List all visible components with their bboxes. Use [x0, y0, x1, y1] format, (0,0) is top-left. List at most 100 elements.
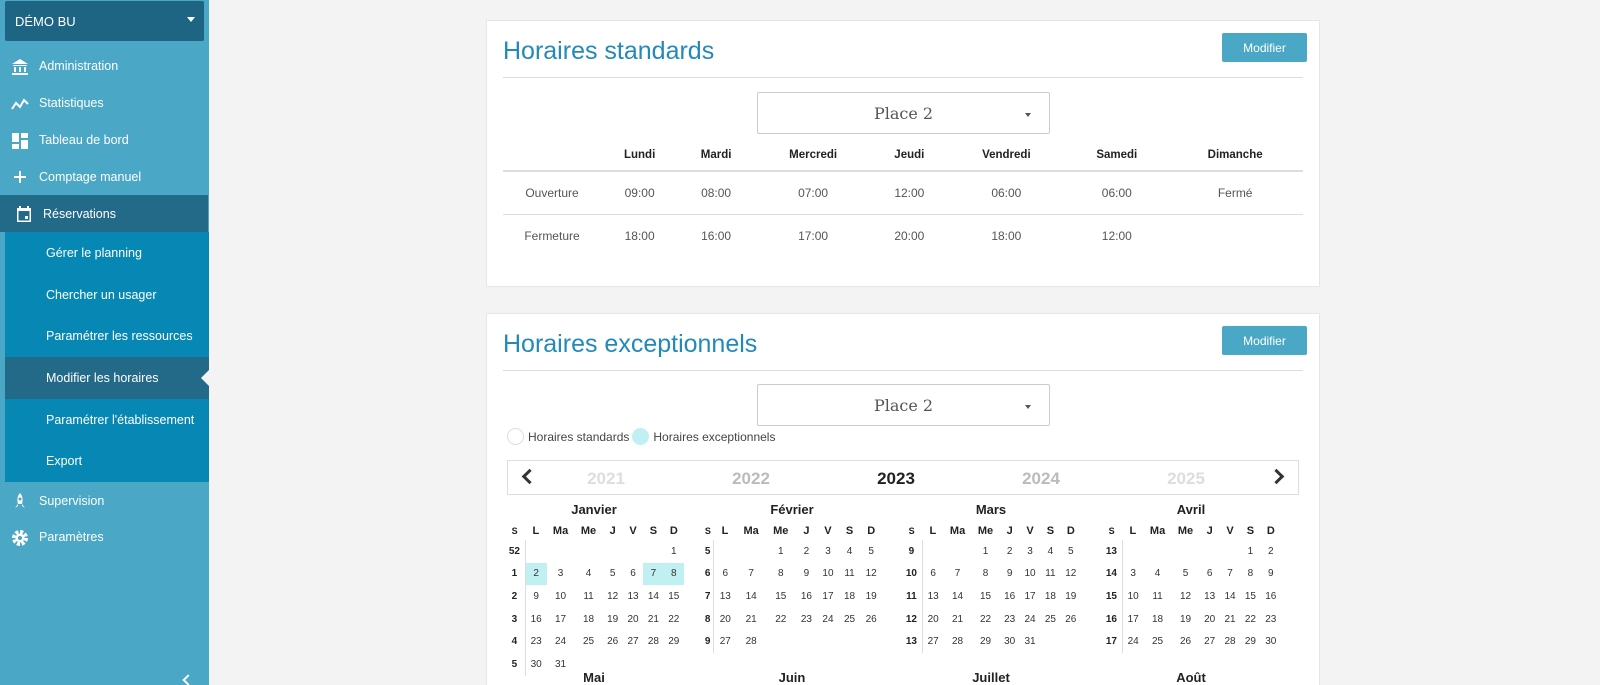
calendar-day[interactable]: 15	[972, 585, 1000, 608]
calendar-day[interactable]: 29	[1240, 630, 1260, 653]
calendar-day[interactable]: 14	[1220, 585, 1240, 608]
calendar-day[interactable]: 11	[1144, 585, 1172, 608]
calendar-day[interactable]: 17	[1122, 608, 1143, 631]
calendar-day[interactable]: 6	[623, 563, 643, 586]
calendar-day[interactable]: 5	[603, 563, 623, 586]
calendar-day[interactable]: 27	[714, 630, 737, 653]
calendar-day[interactable]: 15	[664, 585, 684, 608]
calendar-day[interactable]: 2	[1000, 540, 1020, 563]
calendar-day[interactable]: 1	[664, 540, 684, 563]
year-option-current[interactable]: 2023	[866, 469, 926, 489]
calendar-day[interactable]: 17	[1020, 585, 1040, 608]
year-option[interactable]: 2024	[1011, 469, 1071, 489]
sidebar-subitem-gerer-planning[interactable]: Gérer le planning	[5, 232, 209, 274]
collapse-sidebar-icon[interactable]	[182, 674, 194, 685]
calendar-day[interactable]: 4	[1040, 540, 1060, 563]
calendar-day[interactable]: 7	[1220, 563, 1240, 586]
calendar-day[interactable]: 4	[1144, 563, 1172, 586]
calendar-day[interactable]: 12	[1172, 585, 1200, 608]
calendar-day[interactable]: 10	[1122, 585, 1143, 608]
sidebar-item-tableau-de-bord[interactable]: Tableau de bord	[0, 122, 209, 159]
calendar-day[interactable]: 11	[839, 563, 861, 586]
calendar-day[interactable]: 9	[1000, 563, 1020, 586]
calendar-day[interactable]: 18	[575, 608, 603, 631]
calendar-day[interactable]: 16	[1261, 585, 1281, 608]
calendar-day[interactable]: 10	[817, 563, 839, 586]
calendar-day[interactable]: 6	[922, 563, 943, 586]
calendar-day[interactable]: 14	[944, 585, 972, 608]
calendar-day[interactable]: 19	[1061, 585, 1081, 608]
calendar-day[interactable]: 18	[1144, 608, 1172, 631]
calendar-day[interactable]: 13	[623, 585, 643, 608]
chevron-left-icon[interactable]	[521, 468, 538, 485]
calendar-day[interactable]: 10	[1020, 563, 1040, 586]
sidebar-item-statistiques[interactable]: Statistiques	[0, 85, 209, 122]
calendar-day[interactable]: 26	[1061, 608, 1081, 631]
calendar-day[interactable]: 19	[1172, 608, 1200, 631]
calendar-day[interactable]: 25	[839, 608, 861, 631]
calendar-day[interactable]: 8	[663, 562, 684, 586]
calendar-day[interactable]: 29	[664, 630, 684, 653]
calendar-day[interactable]: 3	[1020, 540, 1040, 563]
sidebar-subitem-export[interactable]: Export	[5, 440, 209, 482]
calendar-day[interactable]: 26	[860, 608, 882, 631]
calendar-day[interactable]: 4	[575, 563, 603, 586]
place-select-standard[interactable]: Place 2	[757, 92, 1050, 134]
calendar-day[interactable]: 8	[766, 563, 796, 586]
bu-selector[interactable]: DÉMO BU	[5, 1, 204, 41]
calendar-day[interactable]: 27	[623, 630, 643, 653]
calendar-day[interactable]: 26	[1172, 630, 1200, 653]
calendar-day[interactable]: 1	[766, 540, 796, 563]
calendar-day[interactable]: 20	[1200, 608, 1220, 631]
calendar-day[interactable]: 27	[1200, 630, 1220, 653]
chevron-right-icon[interactable]	[1268, 468, 1285, 485]
calendar-day[interactable]: 13	[922, 585, 943, 608]
calendar-day[interactable]: 14	[643, 585, 663, 608]
calendar-day[interactable]: 8	[1240, 563, 1260, 586]
calendar-day[interactable]: 9	[1261, 563, 1281, 586]
calendar-day[interactable]: 30	[1261, 630, 1281, 653]
calendar-day[interactable]: 16	[1000, 585, 1020, 608]
calendar-day[interactable]: 17	[547, 608, 575, 631]
calendar-day[interactable]: 16	[796, 585, 818, 608]
calendar-day[interactable]: 23	[525, 630, 546, 653]
year-option[interactable]: 2025	[1156, 469, 1216, 489]
calendar-day[interactable]: 5	[1061, 540, 1081, 563]
calendar-day[interactable]: 2	[796, 540, 818, 563]
modify-standard-button[interactable]: Modifier	[1222, 33, 1307, 62]
calendar-day[interactable]: 10	[547, 585, 575, 608]
calendar-day[interactable]: 3	[1122, 563, 1143, 586]
calendar-day[interactable]: 29	[972, 630, 1000, 653]
calendar-day[interactable]: 24	[817, 608, 839, 631]
calendar-day[interactable]: 20	[714, 608, 737, 631]
calendar-day[interactable]: 6	[714, 563, 737, 586]
sidebar-item-supervision[interactable]: Supervision	[0, 482, 209, 519]
calendar-day[interactable]: 1	[972, 540, 1000, 563]
calendar-day[interactable]: 21	[643, 608, 663, 631]
calendar-day[interactable]: 26	[603, 630, 623, 653]
calendar-day[interactable]: 15	[766, 585, 796, 608]
calendar-day[interactable]: 7	[643, 562, 664, 586]
calendar-day[interactable]: 19	[603, 608, 623, 631]
calendar-day[interactable]: 2	[1261, 540, 1281, 563]
calendar-day[interactable]: 5	[860, 540, 882, 563]
calendar-day[interactable]: 12	[603, 585, 623, 608]
sidebar-item-parametres[interactable]: Paramètres	[0, 519, 209, 556]
calendar-day[interactable]: 6	[1200, 563, 1220, 586]
calendar-day[interactable]: 22	[664, 608, 684, 631]
calendar-day[interactable]: 20	[922, 608, 943, 631]
sidebar-item-administration[interactable]: Administration	[0, 48, 209, 85]
calendar-day[interactable]: 28	[736, 630, 766, 653]
modify-exceptional-button[interactable]: Modifier	[1222, 326, 1307, 355]
calendar-day[interactable]: 3	[817, 540, 839, 563]
calendar-day[interactable]: 7	[944, 563, 972, 586]
sidebar-item-comptage-manuel[interactable]: Comptage manuel	[0, 158, 209, 195]
calendar-day[interactable]: 4	[839, 540, 861, 563]
calendar-day[interactable]: 17	[817, 585, 839, 608]
calendar-day[interactable]: 28	[643, 630, 663, 653]
calendar-day[interactable]: 2	[525, 562, 547, 586]
calendar-day[interactable]: 24	[1122, 630, 1143, 653]
place-select-exceptional[interactable]: Place 2	[757, 384, 1050, 426]
calendar-day[interactable]: 11	[575, 585, 603, 608]
calendar-day[interactable]: 13	[714, 585, 737, 608]
